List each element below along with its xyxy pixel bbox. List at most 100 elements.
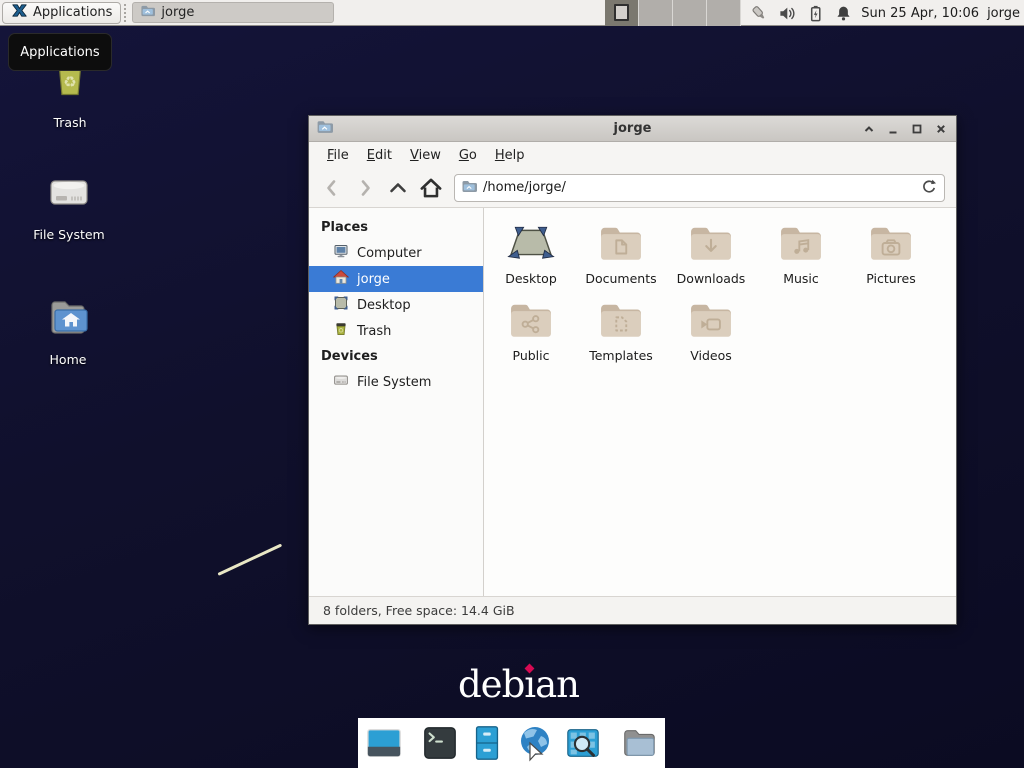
file-item-public[interactable]: Public [486,299,576,363]
minimize-button[interactable] [884,120,901,137]
file-item-desktop[interactable]: Desktop [486,222,576,286]
desktop-icon-home[interactable]: Home [22,293,114,367]
sidebar-item-file-system[interactable]: File System [309,369,483,395]
file-item-documents[interactable]: Documents [576,222,666,286]
desktop-icon [333,295,349,315]
bottom-dock [358,718,665,768]
application-finder-icon[interactable] [564,723,602,763]
sidebar-item-computer[interactable]: Computer [309,240,483,266]
file-item-pictures[interactable]: Pictures [846,222,936,286]
debian-logo-text: deb [458,663,524,706]
documents-folder-icon [595,222,647,268]
debian-logo: debıan [458,663,579,706]
file-item-label: Pictures [866,271,916,286]
workspace-2[interactable] [639,0,673,26]
applications-menu-label: Applications [33,5,112,20]
file-item-videos[interactable]: Videos [666,299,756,363]
sidebar-item-label: File System [357,375,431,390]
panel-user-menu[interactable]: jorge [987,6,1020,21]
computer-icon [333,243,349,263]
desktop-icon-label: Home [50,352,87,367]
file-item-label: Documents [585,271,656,286]
downloads-folder-icon [685,222,737,268]
volume-icon[interactable] [777,3,797,23]
menu-view[interactable]: View [402,145,449,166]
file-manager-window: jorge File Edit View Go Help /home/jorge… [308,115,957,625]
file-item-label: Music [783,271,819,286]
sidebar-item-label: Computer [357,246,422,261]
home-folder-icon [44,293,92,345]
file-item-label: Downloads [677,271,746,286]
path-bar[interactable]: /home/jorge/ [454,174,945,202]
applications-menu-button[interactable]: Applications [2,2,121,24]
file-grid: Desktop Documents Downloads Music [484,208,956,596]
file-item-music[interactable]: Music [756,222,846,286]
sidebar-item-label: Desktop [357,298,411,313]
home-icon [333,269,349,289]
videos-folder-icon [685,299,737,345]
sidebar-item-trash[interactable]: Trash [309,318,483,344]
menu-file[interactable]: File [319,145,357,166]
panel-right-area: Sun 25 Apr, 10:06 jorge [605,0,1020,26]
status-text: 8 folders, Free space: 14.4 GiB [323,603,515,618]
workspace-window-miniature [614,4,629,21]
show-desktop-icon[interactable] [365,723,403,763]
status-bar: 8 folders, Free space: 14.4 GiB [309,596,956,624]
workspace-pager[interactable] [605,0,741,26]
workspace-4[interactable] [707,0,741,26]
music-folder-icon [775,222,827,268]
home-button[interactable] [418,175,444,201]
maximize-button[interactable] [908,120,925,137]
sidebar: Places Computer jorge Desktop [309,208,484,596]
svg-text:♻: ♻ [63,73,76,91]
shade-button[interactable] [860,120,877,137]
toolbar: /home/jorge/ [309,168,956,208]
sidebar-item-desktop[interactable]: Desktop [309,292,483,318]
hard-drive-icon [45,170,93,220]
window-title: jorge [309,121,956,136]
file-item-label: Templates [589,348,653,363]
file-item-label: Public [513,348,550,363]
up-button[interactable] [385,175,411,201]
notifications-bell-icon[interactable] [833,3,853,23]
file-item-downloads[interactable]: Downloads [666,222,756,286]
debian-logo-text: an [535,663,579,706]
desktop-surface-icon [505,222,557,268]
sidebar-item-label: jorge [357,272,390,287]
sidebar-item-jorge[interactable]: jorge [309,266,483,292]
desktop-icon-file-system[interactable]: File System [23,170,115,242]
menu-go[interactable]: Go [451,145,485,166]
web-browser-icon[interactable] [515,723,555,763]
forward-button[interactable] [352,175,378,201]
workspace-3[interactable] [673,0,707,26]
path-input[interactable]: /home/jorge/ [483,180,914,195]
xfce-logo-icon [11,2,28,23]
sidebar-devices-header: Devices [309,344,483,369]
reload-icon[interactable] [920,177,938,199]
stylus-tool-icon[interactable] [749,3,769,23]
back-button[interactable] [319,175,345,201]
panel-clock[interactable]: Sun 25 Apr, 10:06 [861,6,979,21]
debian-logo-i: ı [524,663,535,706]
file-manager-icon[interactable] [468,723,506,763]
file-item-templates[interactable]: Templates [576,299,666,363]
directory-menu-icon[interactable] [620,723,658,763]
terminal-icon[interactable] [421,723,459,763]
menubar: File Edit View Go Help [309,142,956,168]
taskbar-window-button[interactable]: jorge [132,2,334,23]
desktop-icon-label: File System [33,227,105,242]
desktop-icon-label: Trash [53,115,86,130]
battery-charging-icon[interactable] [805,3,825,23]
public-folder-icon [505,299,557,345]
path-folder-icon [461,178,477,198]
close-button[interactable] [932,120,949,137]
sidebar-places-header: Places [309,215,483,240]
pictures-folder-icon [865,222,917,268]
titlebar[interactable]: jorge [309,116,956,142]
top-panel: Applications jorge Sun 25 Apr, 10:06 jor… [0,0,1024,26]
applications-tooltip: Applications [8,33,112,71]
templates-folder-icon [595,299,647,345]
workspace-1[interactable] [605,0,639,26]
menu-help[interactable]: Help [487,145,533,166]
menu-edit[interactable]: Edit [359,145,400,166]
